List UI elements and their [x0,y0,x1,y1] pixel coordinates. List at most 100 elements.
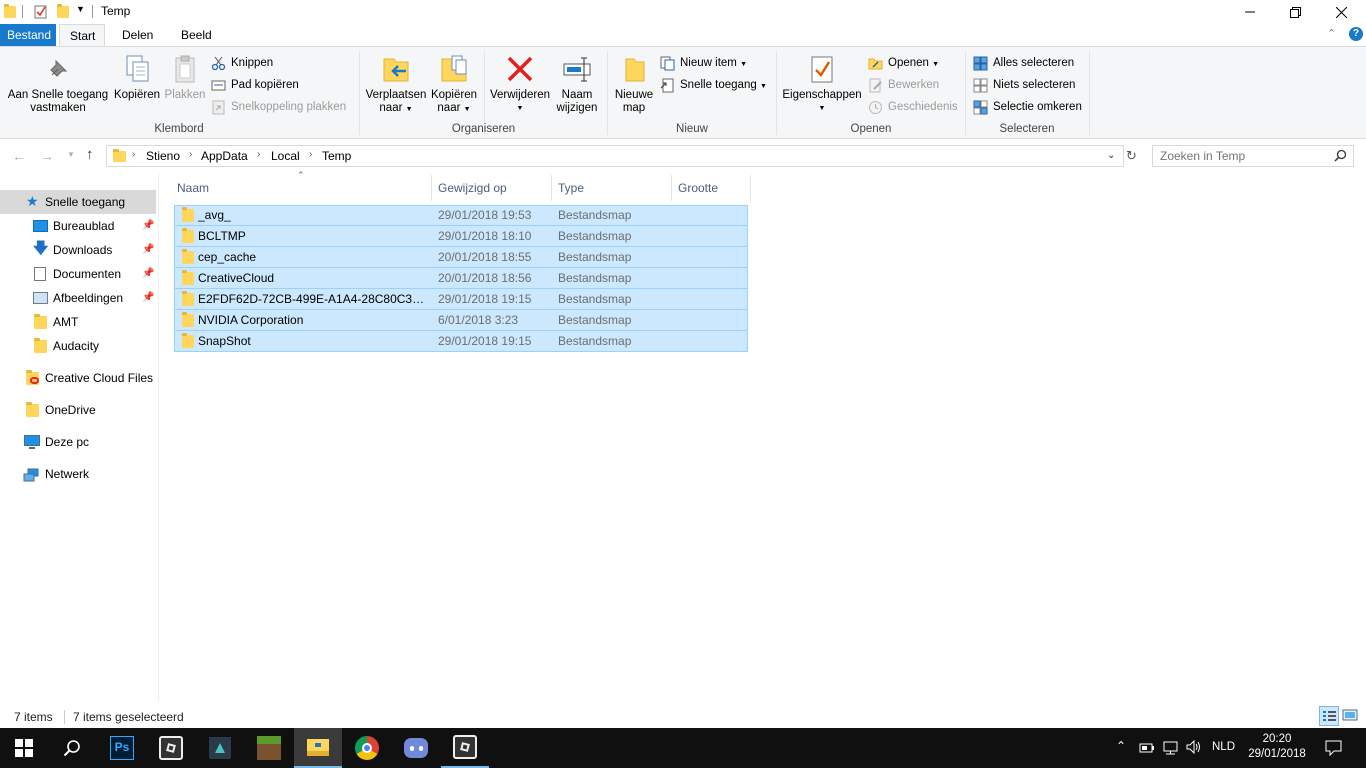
collapse-ribbon-icon[interactable]: ⌃ [1327,27,1336,40]
breadcrumb-temp[interactable]: Temp [322,149,351,163]
details-view-button[interactable] [1319,706,1339,726]
dropdown-arrow-icon: ▼ [818,105,826,112]
nav-item-creative-cloud-files[interactable]: Creative Cloud Files [0,366,156,390]
rename-button[interactable]: Naam wijzigen [553,53,601,115]
select-none-button[interactable]: Niets selecteren [973,75,1075,95]
file-size [678,269,748,288]
pane-divider[interactable] [158,172,159,702]
taskbar-filmora[interactable] [196,728,244,768]
search-icon[interactable] [1334,149,1347,165]
back-icon[interactable]: ← [12,148,26,164]
minimize-button[interactable] [1227,0,1273,24]
volume-icon[interactable] [1186,739,1202,757]
new-folder-icon[interactable] [57,4,69,18]
breadcrumb-stieno[interactable]: Stieno [146,149,180,163]
nav-item-amt[interactable]: AMT [0,310,156,334]
customize-toolbar-chevron-icon[interactable]: ▼ [76,4,85,14]
battery-icon[interactable] [1139,742,1155,757]
close-button[interactable] [1318,0,1364,24]
refresh-icon[interactable]: ↻ [1126,148,1137,164]
column-header-size[interactable]: Grootte [672,175,751,201]
tab-delen[interactable]: Delen [112,24,163,46]
pin-quick-access-button[interactable]: Aan Snelle toegang vastmaken [4,53,112,115]
open-button[interactable]: Openen ▼ [868,53,939,73]
address-dropdown-icon[interactable]: ⌄ [1107,150,1115,161]
column-header-modified[interactable]: Gewijzigd op [432,175,552,201]
nav-item-afbeeldingen[interactable]: Afbeeldingen 📌 [0,286,156,310]
address-bar[interactable]: › Stieno › AppData › Local › Temp ⌄ [106,145,1124,167]
column-header-type[interactable]: Type [552,175,672,201]
properties-button[interactable]: Eigenschappen ▼ [780,53,864,115]
taskbar-roblox[interactable] [147,728,195,768]
nav-item-downloads[interactable]: 🡇 Downloads 📌 [0,238,156,262]
group-label-klembord: Klembord [154,123,204,135]
search-taskbar-button[interactable] [48,728,96,768]
paste-button[interactable]: Plakken [162,53,208,102]
breadcrumb-separator-icon[interactable]: › [257,149,260,160]
table-row[interactable]: E2FDF62D-72CB-499E-A1A4-28C80C303A... 29/… [174,289,748,310]
nav-item-this-pc[interactable]: Deze pc [0,430,156,454]
file-explorer-icon [307,738,329,756]
taskbar-photoshop[interactable]: Ps [98,728,146,768]
nav-item-bureaublad[interactable]: Bureaublad 📌 [0,214,156,238]
breadcrumb-appdata[interactable]: AppData [201,149,248,163]
breadcrumb-local[interactable]: Local [271,149,300,163]
filmora-icon [209,737,231,759]
table-row[interactable]: NVIDIA Corporation 6/01/2018 3:23 Bestands… [174,310,748,331]
search-input[interactable] [1153,146,1323,166]
taskbar-roblox-studio[interactable] [441,728,489,768]
input-language[interactable]: NLD [1212,741,1235,753]
column-header-name[interactable]: Naam [171,175,432,201]
taskbar-chrome[interactable] [343,728,391,768]
invert-selection-button[interactable]: Selectie omkeren [973,97,1082,117]
show-hidden-icons-chevron-icon[interactable]: ⌃ [1116,739,1126,753]
action-center-icon[interactable] [1325,740,1342,759]
forward-icon[interactable]: → [40,148,54,164]
taskbar-discord[interactable] [392,728,440,768]
start-button[interactable] [0,728,48,768]
new-folder-button[interactable]: Nieuwe map [612,53,656,115]
taskbar-minecraft[interactable] [245,728,293,768]
breadcrumb-separator-icon[interactable]: › [189,149,192,160]
help-icon[interactable]: ? [1349,27,1363,41]
nav-item-network[interactable]: Netwerk [0,462,156,486]
nav-item-onedrive[interactable]: OneDrive [0,398,156,422]
properties-icon[interactable] [34,4,48,19]
recent-locations-chevron-icon[interactable]: ▼ [67,150,75,159]
table-row[interactable]: BCLTMP 29/01/2018 18:10 Bestandsmap [174,226,748,247]
large-icons-view-button[interactable] [1341,706,1361,726]
new-item-button[interactable]: Nieuw item ▼ [660,53,747,73]
breadcrumb-separator-icon[interactable]: › [309,149,312,160]
breadcrumb-separator-icon[interactable]: › [132,149,135,160]
tab-start[interactable]: Start [59,24,105,47]
copy-button[interactable]: Kopiëren [112,53,162,102]
tab-bestand[interactable]: Bestand [0,24,56,46]
nav-item-quick-access[interactable]: ★ Snelle toegang [0,190,156,214]
move-to-button[interactable]: Verplaatsen naar ▼ [364,53,428,116]
easy-access-button[interactable]: Snelle toegang ▼ [660,75,767,95]
table-row[interactable]: SnapShot 29/01/2018 19:15 Bestandsmap [174,331,748,352]
file-modified: 29/01/2018 19:15 [438,334,532,348]
select-all-button[interactable]: Alles selecteren [973,53,1074,73]
table-row[interactable]: CreativeCloud 20/01/2018 18:56 Bestandsmap [174,268,748,289]
table-row[interactable]: cep_cache 20/01/2018 18:55 Bestandsmap [174,247,748,268]
nav-item-audacity[interactable]: Audacity [0,334,156,358]
copy-to-button[interactable]: Kopiëren naar ▼ [428,53,480,116]
up-icon[interactable]: ↑ [86,146,94,163]
delete-button[interactable]: Verwijderen ▼ [487,53,553,115]
cut-button[interactable]: Knippen [211,53,273,73]
search-box[interactable] [1152,145,1354,167]
tab-beeld[interactable]: Beeld [171,24,222,46]
folder-icon [182,207,194,222]
nav-item-documenten[interactable]: Documenten 📌 [0,262,156,286]
table-row[interactable]: _avg_ 29/01/2018 19:53 Bestandsmap [174,205,748,226]
taskbar-clock[interactable]: 20:20 29/01/2018 [1248,732,1306,762]
network-tray-icon[interactable] [1163,741,1179,758]
copy-path-button[interactable]: Pad kopiëren [211,75,299,95]
taskbar-file-explorer[interactable] [294,728,342,768]
paste-shortcut-button[interactable]: Snelkoppeling plakken [211,97,346,117]
edit-button[interactable]: Bewerken [868,75,939,95]
restore-button[interactable] [1272,0,1318,24]
history-button[interactable]: Geschiedenis [868,97,958,117]
file-modified: 20/01/2018 18:56 [438,271,532,285]
